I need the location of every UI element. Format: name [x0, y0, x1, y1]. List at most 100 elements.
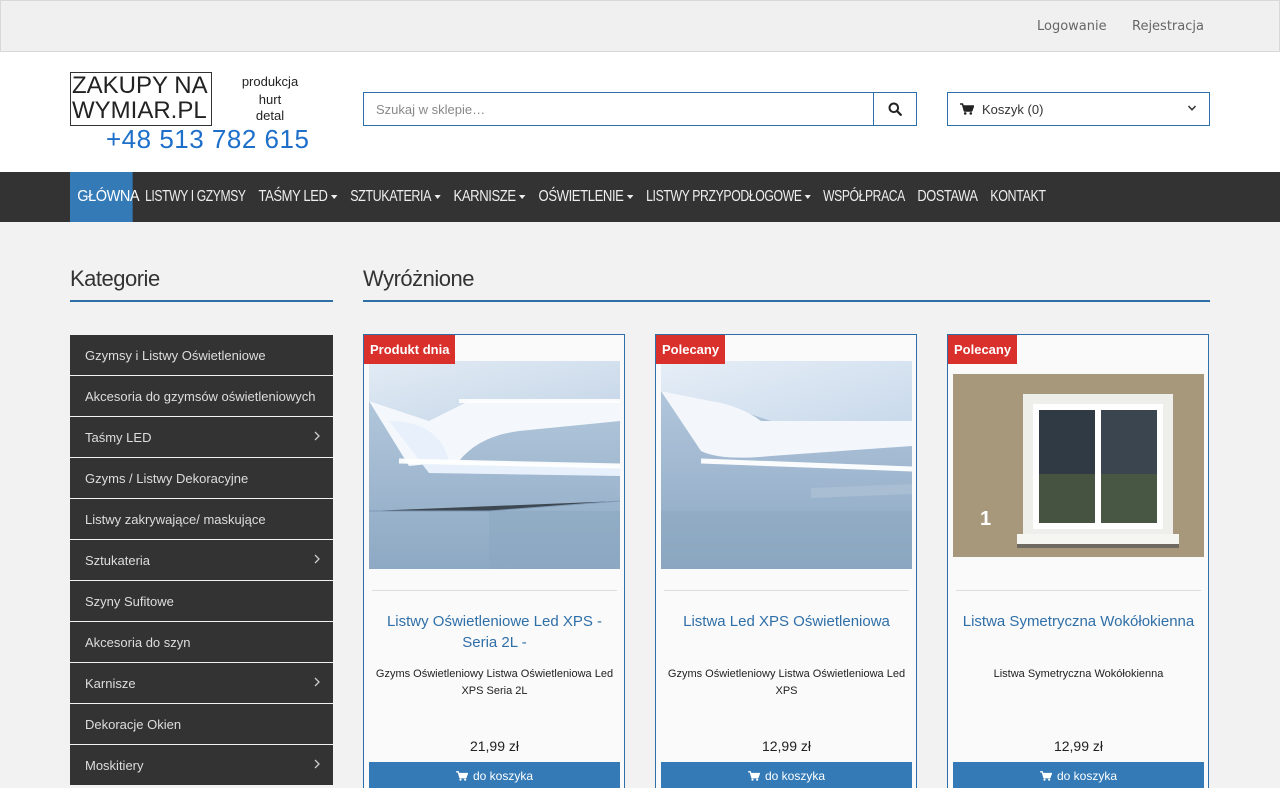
product-badge: Produkt dnia: [364, 335, 456, 364]
nav-item-sztukateria[interactable]: SZTUKATERIA: [344, 172, 447, 222]
category-item[interactable]: Moskitiery: [70, 745, 333, 786]
top-bar: Logowanie Rejestracja: [0, 0, 1280, 52]
nav-item-listwy-przypodlogowe[interactable]: LISTWY PRZYPODŁOGOWE: [640, 172, 817, 222]
product-description: Listwa Symetryczna Wokółokienna: [993, 668, 1164, 680]
category-label: Akcesoria do szyn: [85, 634, 191, 650]
category-item[interactable]: Gzyms / Listwy Dekoracyjne: [70, 458, 333, 499]
site-logo[interactable]: ZAKUPY NA WYMIAR.PL produkcja hurt detal…: [70, 72, 310, 156]
nav-label: OŚWIETLENIE: [538, 188, 624, 205]
nav-item-oswietlenie[interactable]: OŚWIETLENIE: [532, 172, 640, 222]
category-label: Akcesoria do gzymsów oświetleniowych: [85, 388, 316, 404]
product-price: 12,99 zł: [1053, 738, 1104, 754]
category-item[interactable]: Sztukateria: [70, 540, 333, 581]
category-label: Dekoracje Okien: [85, 716, 182, 732]
nav-item-karnisze[interactable]: KARNISZE: [447, 172, 532, 222]
nav-label: KARNISZE: [453, 188, 517, 205]
category-label: Taśmy LED: [85, 429, 152, 445]
sidebar-title-underline: [70, 300, 333, 302]
nav-item-listwy-i-gzymsy[interactable]: LISTWY I GZYMSY: [139, 172, 252, 222]
chevron-right-icon: [314, 431, 320, 441]
category-label: Gzymsy i Listwy Oświetleniowe: [85, 347, 266, 363]
category-label: Listwy zakrywające/ maskujące: [85, 511, 266, 527]
search-bar: [363, 92, 917, 126]
register-link[interactable]: Rejestracja: [1132, 19, 1204, 34]
chevron-right-icon: [314, 759, 320, 769]
caret-down-icon: [626, 195, 634, 199]
cart-label: Koszyk (0): [982, 101, 1044, 117]
category-list: Gzymsy i Listwy Oświetleniowe Akcesoria …: [70, 335, 333, 786]
nav-label: WSPÓŁPRACA: [823, 188, 905, 205]
product-divider: [664, 590, 909, 591]
category-item[interactable]: Karnisze: [70, 663, 333, 704]
header: ZAKUPY NA WYMIAR.PL produkcja hurt detal…: [0, 52, 1280, 172]
category-label: Karnisze: [85, 675, 136, 691]
product-image[interactable]: [369, 361, 620, 569]
login-link[interactable]: Logowanie: [1037, 19, 1107, 34]
caret-down-icon: [330, 195, 338, 199]
category-item[interactable]: Dekoracje Okien: [70, 704, 333, 745]
category-label: Moskitiery: [85, 757, 144, 773]
nav-item-kontakt[interactable]: KONTAKT: [984, 172, 1052, 222]
product-description: Gzyms Oświetleniowy Listwa Oświetleniowa…: [375, 668, 614, 697]
featured-title: Wyróżnione: [363, 266, 474, 291]
nav-label: TAŚMY LED: [258, 188, 328, 205]
cart-dropdown[interactable]: Koszyk (0): [947, 92, 1210, 126]
add-to-cart-button[interactable]: do koszyka: [369, 762, 620, 788]
search-icon: [888, 102, 902, 116]
category-item[interactable]: Gzymsy i Listwy Oświetleniowe: [70, 335, 333, 376]
category-item[interactable]: Taśmy LED: [70, 417, 333, 458]
product-name-link[interactable]: Listwa Symetryczna Wokółokienna: [953, 611, 1204, 632]
chevron-down-icon: [1187, 105, 1197, 111]
nav-label: SZTUKATERIA: [350, 188, 432, 205]
product-card: Polecany Listwa Led XPS Oświetleniowa Gz…: [655, 334, 917, 788]
search-button[interactable]: [873, 92, 917, 126]
cart-icon: [748, 771, 760, 781]
nav-item-wspolpraca[interactable]: WSPÓŁPRACA: [817, 172, 911, 222]
caret-down-icon: [804, 195, 811, 199]
category-label: Gzyms / Listwy Dekoracyjne: [85, 470, 249, 486]
cart-icon: [1040, 771, 1052, 781]
caret-down-icon: [518, 195, 526, 199]
product-price: 21,99 zł: [469, 738, 520, 754]
product-description: Gzyms Oświetleniowy Listwa Oświetleniowa…: [667, 668, 906, 697]
logo-name-line2: WYMIAR.PL: [72, 97, 207, 124]
add-to-cart-button[interactable]: do koszyka: [661, 762, 912, 788]
add-to-cart-label: do koszyka: [764, 769, 826, 783]
category-item[interactable]: Akcesoria do gzymsów oświetleniowych: [70, 376, 333, 417]
image-number: 1: [980, 508, 992, 530]
product-name-link[interactable]: Listwy Oświetleniowe Led XPS - Seria 2L …: [369, 611, 620, 653]
sidebar-title: Kategorie: [70, 266, 160, 291]
product-name-link[interactable]: Listwa Led XPS Oświetleniowa: [661, 611, 912, 632]
search-input[interactable]: [363, 92, 874, 126]
category-item[interactable]: Listwy zakrywające/ maskujące: [70, 499, 333, 540]
product-image[interactable]: [661, 361, 912, 569]
product-divider: [956, 590, 1201, 591]
nav-item-dostawa[interactable]: DOSTAWA: [911, 172, 984, 222]
product-image[interactable]: 1: [953, 374, 1204, 557]
caret-down-icon: [434, 195, 441, 199]
chevron-right-icon: [314, 554, 320, 564]
product-badge: Polecany: [948, 335, 1018, 364]
add-to-cart-label: do koszyka: [1056, 769, 1118, 783]
logo-tagline-2: hurt: [258, 92, 282, 107]
category-item[interactable]: Akcesoria do szyn: [70, 622, 333, 663]
product-price: 12,99 zł: [761, 738, 812, 754]
product-badge: Polecany: [656, 335, 726, 364]
add-to-cart-button[interactable]: do koszyka: [953, 762, 1204, 788]
category-label: Sztukateria: [85, 552, 151, 568]
add-to-cart-label: do koszyka: [472, 769, 534, 783]
product-card: Produkt dnia Listwy Oświetleniowe Led XP…: [363, 334, 625, 788]
nav-label: GŁÓWNA: [77, 188, 140, 205]
main-nav: GŁÓWNA LISTWY I GZYMSY TAŚMY LED SZTUKAT…: [0, 172, 1280, 222]
cart-icon: [960, 103, 974, 115]
category-item[interactable]: Szyny Sufitowe: [70, 581, 333, 622]
featured-title-underline: [363, 300, 1210, 302]
logo-name-line1: ZAKUPY NA: [72, 72, 208, 99]
nav-item-glowna[interactable]: GŁÓWNA: [70, 172, 140, 222]
product-divider: [372, 590, 617, 591]
nav-item-tasmy-led[interactable]: TAŚMY LED: [252, 172, 344, 222]
logo-tagline-1: produkcja: [241, 74, 299, 89]
nav-label: KONTAKT: [990, 188, 1046, 205]
logo-phone: +48 513 782 615: [106, 124, 310, 154]
nav-label: LISTWY I GZYMSY: [145, 188, 246, 205]
